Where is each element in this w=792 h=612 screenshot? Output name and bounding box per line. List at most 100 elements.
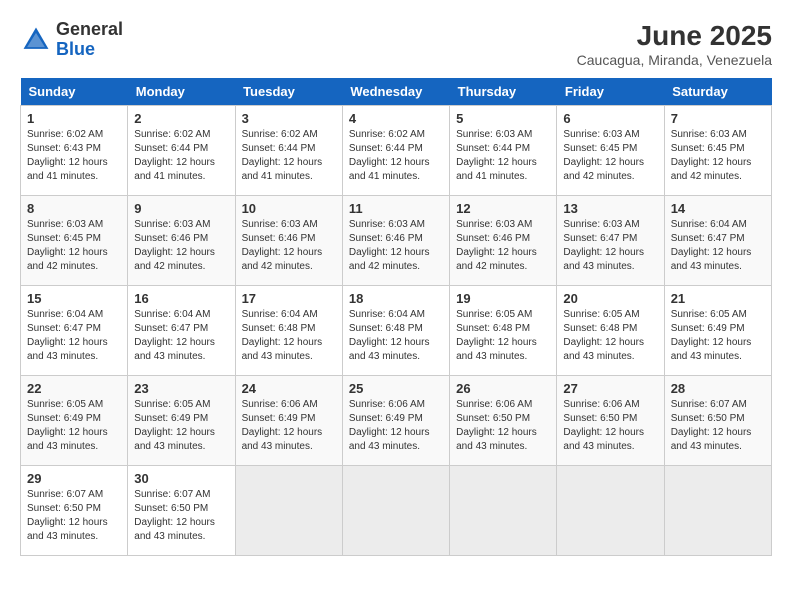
table-row: 4 Sunrise: 6:02 AM Sunset: 6:44 PM Dayli… — [342, 106, 449, 196]
sunset-label: Sunset: 6:49 PM — [671, 323, 745, 334]
table-row: 2 Sunrise: 6:02 AM Sunset: 6:44 PM Dayli… — [128, 106, 235, 196]
day-number: 1 — [27, 111, 121, 126]
day-number: 4 — [349, 111, 443, 126]
sunrise-label: Sunrise: 6:04 AM — [134, 309, 210, 320]
day-info: Sunrise: 6:03 AM Sunset: 6:44 PM Dayligh… — [456, 128, 550, 184]
day-number: 8 — [27, 201, 121, 216]
month-year-title: June 2025 — [577, 20, 772, 52]
day-number: 3 — [242, 111, 336, 126]
table-row — [235, 466, 342, 556]
sunset-label: Sunset: 6:45 PM — [27, 233, 101, 244]
table-row: 18 Sunrise: 6:04 AM Sunset: 6:48 PM Dayl… — [342, 286, 449, 376]
sunset-label: Sunset: 6:50 PM — [563, 413, 637, 424]
sunset-label: Sunset: 6:43 PM — [27, 143, 101, 154]
sunset-label: Sunset: 6:47 PM — [134, 323, 208, 334]
day-number: 19 — [456, 291, 550, 306]
daylight-label: Daylight: 12 hours and 43 minutes. — [134, 427, 215, 452]
sunrise-label: Sunrise: 6:03 AM — [456, 219, 532, 230]
daylight-label: Daylight: 12 hours and 43 minutes. — [27, 427, 108, 452]
table-row: 23 Sunrise: 6:05 AM Sunset: 6:49 PM Dayl… — [128, 376, 235, 466]
sunset-label: Sunset: 6:49 PM — [242, 413, 316, 424]
day-number: 30 — [134, 471, 228, 486]
day-info: Sunrise: 6:04 AM Sunset: 6:48 PM Dayligh… — [242, 308, 336, 364]
sunrise-label: Sunrise: 6:03 AM — [134, 219, 210, 230]
daylight-label: Daylight: 12 hours and 43 minutes. — [349, 427, 430, 452]
day-info: Sunrise: 6:06 AM Sunset: 6:50 PM Dayligh… — [456, 398, 550, 454]
sunrise-label: Sunrise: 6:05 AM — [134, 399, 210, 410]
sunrise-label: Sunrise: 6:03 AM — [456, 129, 532, 140]
day-number: 23 — [134, 381, 228, 396]
sunset-label: Sunset: 6:46 PM — [242, 233, 316, 244]
day-info: Sunrise: 6:03 AM Sunset: 6:46 PM Dayligh… — [242, 218, 336, 274]
daylight-label: Daylight: 12 hours and 42 minutes. — [671, 157, 752, 182]
sunrise-label: Sunrise: 6:03 AM — [349, 219, 425, 230]
day-number: 15 — [27, 291, 121, 306]
day-info: Sunrise: 6:03 AM Sunset: 6:46 PM Dayligh… — [134, 218, 228, 274]
daylight-label: Daylight: 12 hours and 42 minutes. — [27, 247, 108, 272]
table-row: 27 Sunrise: 6:06 AM Sunset: 6:50 PM Dayl… — [557, 376, 664, 466]
sunset-label: Sunset: 6:49 PM — [134, 413, 208, 424]
day-number: 5 — [456, 111, 550, 126]
day-info: Sunrise: 6:02 AM Sunset: 6:43 PM Dayligh… — [27, 128, 121, 184]
sunrise-label: Sunrise: 6:03 AM — [242, 219, 318, 230]
calendar-header-row: Sunday Monday Tuesday Wednesday Thursday… — [21, 78, 772, 106]
logo: General Blue — [20, 20, 123, 60]
daylight-label: Daylight: 12 hours and 42 minutes. — [349, 247, 430, 272]
day-info: Sunrise: 6:04 AM Sunset: 6:48 PM Dayligh… — [349, 308, 443, 364]
day-number: 2 — [134, 111, 228, 126]
sunset-label: Sunset: 6:49 PM — [349, 413, 423, 424]
day-info: Sunrise: 6:03 AM Sunset: 6:45 PM Dayligh… — [671, 128, 765, 184]
day-number: 13 — [563, 201, 657, 216]
day-number: 26 — [456, 381, 550, 396]
sunrise-label: Sunrise: 6:06 AM — [456, 399, 532, 410]
day-info: Sunrise: 6:02 AM Sunset: 6:44 PM Dayligh… — [349, 128, 443, 184]
daylight-label: Daylight: 12 hours and 43 minutes. — [671, 247, 752, 272]
sunset-label: Sunset: 6:50 PM — [134, 503, 208, 514]
day-number: 11 — [349, 201, 443, 216]
table-row: 14 Sunrise: 6:04 AM Sunset: 6:47 PM Dayl… — [664, 196, 771, 286]
daylight-label: Daylight: 12 hours and 42 minutes. — [563, 157, 644, 182]
sunset-label: Sunset: 6:50 PM — [27, 503, 101, 514]
day-number: 24 — [242, 381, 336, 396]
daylight-label: Daylight: 12 hours and 42 minutes. — [456, 247, 537, 272]
table-row: 5 Sunrise: 6:03 AM Sunset: 6:44 PM Dayli… — [450, 106, 557, 196]
sunrise-label: Sunrise: 6:02 AM — [134, 129, 210, 140]
sunset-label: Sunset: 6:48 PM — [563, 323, 637, 334]
col-monday: Monday — [128, 78, 235, 106]
table-row — [664, 466, 771, 556]
sunrise-label: Sunrise: 6:02 AM — [242, 129, 318, 140]
daylight-label: Daylight: 12 hours and 43 minutes. — [563, 427, 644, 452]
title-block: June 2025 Caucagua, Miranda, Venezuela — [577, 20, 772, 68]
daylight-label: Daylight: 12 hours and 43 minutes. — [134, 337, 215, 362]
daylight-label: Daylight: 12 hours and 43 minutes. — [242, 337, 323, 362]
sunrise-label: Sunrise: 6:03 AM — [563, 219, 639, 230]
day-info: Sunrise: 6:05 AM Sunset: 6:48 PM Dayligh… — [563, 308, 657, 364]
table-row: 1 Sunrise: 6:02 AM Sunset: 6:43 PM Dayli… — [21, 106, 128, 196]
day-number: 10 — [242, 201, 336, 216]
sunrise-label: Sunrise: 6:04 AM — [349, 309, 425, 320]
table-row — [557, 466, 664, 556]
daylight-label: Daylight: 12 hours and 41 minutes. — [27, 157, 108, 182]
col-thursday: Thursday — [450, 78, 557, 106]
day-info: Sunrise: 6:06 AM Sunset: 6:50 PM Dayligh… — [563, 398, 657, 454]
day-number: 25 — [349, 381, 443, 396]
sunrise-label: Sunrise: 6:02 AM — [27, 129, 103, 140]
daylight-label: Daylight: 12 hours and 43 minutes. — [671, 337, 752, 362]
logo-text: General Blue — [56, 20, 123, 60]
sunrise-label: Sunrise: 6:05 AM — [27, 399, 103, 410]
sunrise-label: Sunrise: 6:06 AM — [563, 399, 639, 410]
table-row: 24 Sunrise: 6:06 AM Sunset: 6:49 PM Dayl… — [235, 376, 342, 466]
sunset-label: Sunset: 6:48 PM — [456, 323, 530, 334]
day-info: Sunrise: 6:03 AM Sunset: 6:47 PM Dayligh… — [563, 218, 657, 274]
day-info: Sunrise: 6:03 AM Sunset: 6:46 PM Dayligh… — [456, 218, 550, 274]
table-row: 26 Sunrise: 6:06 AM Sunset: 6:50 PM Dayl… — [450, 376, 557, 466]
table-row — [342, 466, 449, 556]
col-sunday: Sunday — [21, 78, 128, 106]
table-row: 25 Sunrise: 6:06 AM Sunset: 6:49 PM Dayl… — [342, 376, 449, 466]
sunset-label: Sunset: 6:47 PM — [671, 233, 745, 244]
table-row: 17 Sunrise: 6:04 AM Sunset: 6:48 PM Dayl… — [235, 286, 342, 376]
sunrise-label: Sunrise: 6:07 AM — [671, 399, 747, 410]
sunrise-label: Sunrise: 6:04 AM — [242, 309, 318, 320]
calendar-week-row: 15 Sunrise: 6:04 AM Sunset: 6:47 PM Dayl… — [21, 286, 772, 376]
sunset-label: Sunset: 6:48 PM — [242, 323, 316, 334]
